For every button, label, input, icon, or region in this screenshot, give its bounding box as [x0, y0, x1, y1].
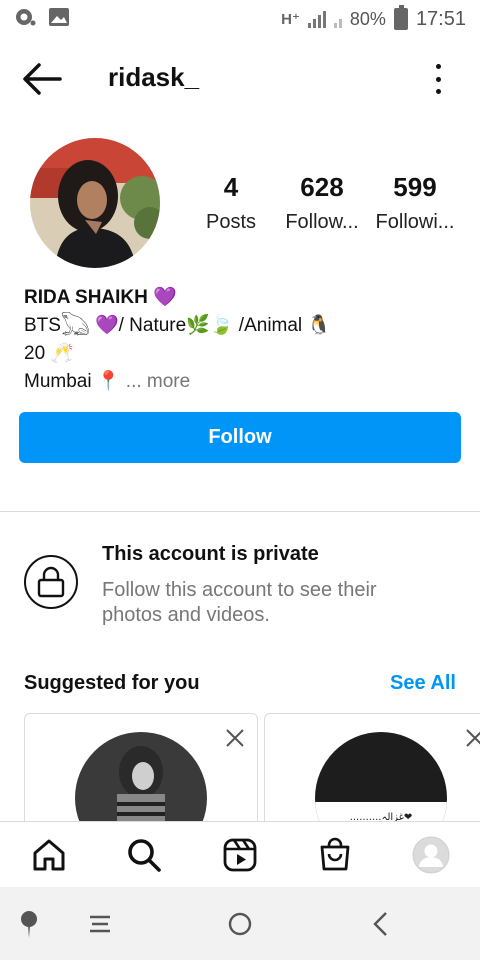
shop-icon[interactable] [316, 836, 354, 874]
profile-bio: RIDA SHAIKH 💜 BTS𓆏 💜/ Nature🌿🍃 /Animal 🐧… [24, 284, 464, 396]
camera-notification-icon [14, 7, 36, 32]
suggested-avatar[interactable] [75, 732, 207, 832]
battery-percent: 80% [349, 8, 386, 29]
gallery-notification-icon [48, 7, 70, 32]
signal-2-icon [333, 10, 342, 28]
private-account-title: This account is private [102, 543, 319, 565]
posts-label: Posts [205, 211, 257, 233]
bottom-navigation [0, 821, 480, 887]
posts-count: 4 [223, 172, 239, 202]
reels-icon[interactable] [221, 836, 259, 874]
home-button-icon[interactable] [225, 909, 255, 939]
see-all-link[interactable]: See All [390, 672, 456, 695]
profile-username: ridask_ [108, 62, 200, 92]
battery-icon [393, 5, 408, 30]
following-count: 599 [393, 172, 437, 202]
signal-icon [307, 10, 326, 28]
suggested-avatar[interactable]: ..........غزالہ❤ [315, 732, 447, 832]
follow-button[interactable]: Follow [19, 412, 461, 463]
profile-header: ridask_ [0, 50, 480, 108]
home-icon[interactable] [30, 836, 68, 874]
close-icon[interactable] [465, 728, 480, 748]
bio-line-1: BTS𓆏 💜/ Nature🌿🍃 /Animal 🐧 [24, 315, 332, 336]
following-stat[interactable]: 599 Followi... [374, 172, 456, 234]
search-icon[interactable] [125, 836, 163, 874]
back-button-icon[interactable] [366, 909, 396, 939]
lock-icon [24, 555, 78, 609]
followers-stat[interactable]: 628 Follow... [284, 172, 360, 234]
bio-line-2: 20 🥂 [24, 343, 75, 364]
private-account-description: Follow this account to see their photos … [102, 579, 377, 626]
recent-apps-icon[interactable] [85, 909, 115, 939]
followers-label: Follow... [285, 211, 359, 233]
suggested-title: Suggested for you [24, 672, 200, 694]
back-arrow-icon[interactable] [22, 62, 62, 96]
bio-line-3-wrap: Mumbai 📍 ... more [24, 368, 464, 396]
following-label: Followi... [375, 211, 455, 233]
suggested-card[interactable] [24, 713, 258, 833]
bio-line-3: Mumbai 📍 [24, 371, 121, 392]
system-navigation-bar [0, 887, 480, 960]
status-bar: H⁺ 80% 17:51 [0, 0, 480, 38]
status-right: H⁺ 80% 17:51 [281, 5, 466, 31]
suggested-card[interactable]: ..........غزالہ❤ [264, 713, 480, 833]
close-icon[interactable] [225, 728, 245, 748]
bio-more-link[interactable]: ... more [126, 371, 190, 392]
network-type: H⁺ [281, 11, 300, 28]
divider [0, 511, 480, 512]
clock: 17:51 [415, 7, 466, 30]
pin-icon[interactable] [14, 909, 44, 939]
status-left [14, 7, 70, 32]
profile-avatar[interactable] [30, 138, 160, 268]
profile-avatar-icon[interactable] [412, 836, 450, 874]
posts-stat[interactable]: 4 Posts [204, 172, 258, 234]
more-options-icon[interactable] [432, 64, 444, 94]
profile-full-name: RIDA SHAIKH 💜 [24, 287, 177, 308]
followers-count: 628 [300, 172, 344, 202]
